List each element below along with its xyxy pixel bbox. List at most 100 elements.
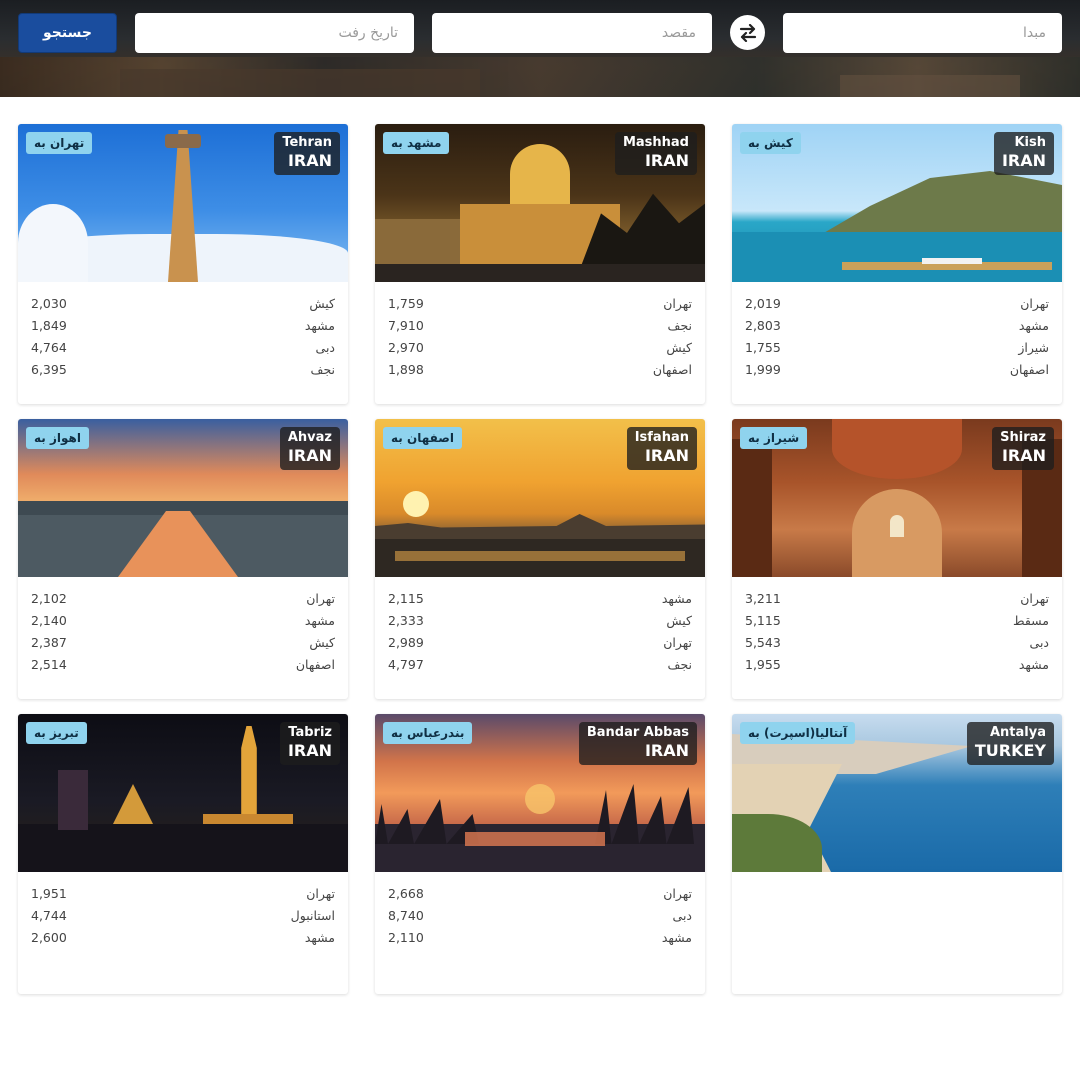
route-price: 2,019 [745,295,781,311]
route-row[interactable]: 7,910 نجف [375,314,705,336]
city-name-en: Tehran [282,135,332,150]
to-badge: اصفهان به [383,427,462,449]
route-price: 2,140 [31,612,67,628]
route-row[interactable]: 6,395 نجف [18,358,348,380]
city-name-en: Shiraz [1000,430,1046,445]
to-badge: تهران به [26,132,93,154]
route-row[interactable]: 2,970 کیش [375,336,705,358]
search-button[interactable]: جستجو [18,13,117,53]
route-row[interactable]: 2,140 مشهد [18,609,348,631]
route-price: 2,333 [388,612,424,628]
route-price: 2,600 [31,929,67,945]
route-list: 1,951 تهران 4,744 استانبول 2,600 مشهد [18,882,348,948]
route-row[interactable]: 2,668 تهران [375,882,705,904]
route-price: 2,989 [388,634,424,650]
route-row[interactable]: 4,797 نجف [375,653,705,675]
route-origin: دبی [672,907,692,923]
route-row[interactable]: 5,115 مسقط [732,609,1062,631]
swap-button[interactable] [730,15,765,50]
destination-card-kish[interactable]: کیش به Kish IRAN 2,019 تهران 2,803 مشهد 1,… [732,124,1062,404]
route-row[interactable]: 1,849 مشهد [18,314,348,336]
route-origin: کیش [666,339,692,355]
destination-card-shiraz[interactable]: شیراز به Shiraz IRAN 3,211 تهران 5,115 مسق… [732,419,1062,699]
route-row[interactable]: 2,115 مشهد [375,587,705,609]
route-row[interactable]: 2,600 مشهد [18,926,348,948]
city-label: Antalya TURKEY [966,722,1054,765]
country-name: IRAN [644,741,689,760]
route-origin: نجف [667,317,693,333]
mashhad-photo: مشهد به Mashhad IRAN [375,124,705,282]
route-price: 2,110 [388,929,424,945]
route-row[interactable]: 1,955 مشهد [732,653,1062,675]
destination-card-bandar-abbas[interactable]: بندرعباس به Bandar Abbas IRAN 2,668 تهران… [375,714,705,994]
route-price: 1,951 [31,885,67,901]
bandar-abbas-photo: بندرعباس به Bandar Abbas IRAN [375,714,705,872]
route-row[interactable]: 2,387 کیش [18,631,348,653]
tabriz-photo: تبریز به Tabriz IRAN [18,714,348,872]
route-row[interactable]: 4,744 استانبول [18,904,348,926]
country-name: IRAN [287,446,332,465]
origin-input[interactable]: مبدا [783,13,1062,53]
route-row[interactable]: 1,951 تهران [18,882,348,904]
route-price: 2,668 [388,885,424,901]
route-row[interactable]: 1,755 شیراز [732,336,1062,358]
header-background-image [0,57,1080,97]
route-price: 1,898 [388,361,424,377]
route-list: 2,019 تهران 2,803 مشهد 1,755 شیراز 1,999 اصف… [732,292,1062,380]
route-price: 1,759 [388,295,424,311]
to-badge: شیراز به [740,427,808,449]
route-price: 2,970 [388,339,424,355]
route-origin: کیش [666,612,692,628]
route-row[interactable]: 2,803 مشهد [732,314,1062,336]
to-badge: اهواز به [26,427,89,449]
route-row[interactable]: 2,030 کیش [18,292,348,314]
route-price: 3,211 [745,590,781,606]
route-row[interactable]: 4,764 دبی [18,336,348,358]
route-origin: کیش [309,295,335,311]
route-list: 2,030 کیش 1,849 مشهد 4,764 دبی 6,395 نجف [18,292,348,380]
city-label: Isfahan IRAN [626,427,697,470]
destination-card-tabriz[interactable]: تبریز به Tabriz IRAN 1,951 تهران 4,744 است… [18,714,348,994]
route-origin: مشهد [1018,656,1049,672]
destination-card-mashhad[interactable]: مشهد به Mashhad IRAN 1,759 تهران 7,910 نجف… [375,124,705,404]
route-row[interactable]: 2,514 اصفهان [18,653,348,675]
city-label: Ahvaz IRAN [279,427,340,470]
route-row[interactable]: 2,110 مشهد [375,926,705,948]
route-price: 2,803 [745,317,781,333]
route-row[interactable]: 1,759 تهران [375,292,705,314]
route-price: 5,115 [745,612,781,628]
ahvaz-photo: اهواز به Ahvaz IRAN [18,419,348,577]
departure-date-input[interactable]: تاریخ رفت [135,13,414,53]
city-label: Kish IRAN [993,132,1054,175]
route-row[interactable]: 2,333 کیش [375,609,705,631]
route-origin: مشهد [1018,317,1049,333]
route-origin: اصفهان [652,361,692,377]
route-origin: تهران [663,295,692,311]
route-row[interactable]: 5,543 دبی [732,631,1062,653]
route-origin: تهران [1020,590,1049,606]
route-row[interactable]: 2,102 تهران [18,587,348,609]
route-list: 1,759 تهران 7,910 نجف 2,970 کیش 1,898 اصفهان [375,292,705,380]
route-row[interactable]: 2,989 تهران [375,631,705,653]
route-list: 2,115 مشهد 2,333 کیش 2,989 تهران 4,797 نجف [375,587,705,675]
route-row[interactable]: 2,019 تهران [732,292,1062,314]
destination-card-antalya[interactable]: آنتالیا(اسپرت) به Antalya TURKEY [732,714,1062,994]
route-origin: مشهد [661,590,692,606]
route-row[interactable]: 8,740 دبی [375,904,705,926]
city-name-en: Mashhad [622,135,689,150]
route-price: 4,797 [388,656,424,672]
city-name-en: Bandar Abbas [586,725,689,740]
route-price: 6,395 [31,361,67,377]
route-row[interactable]: 1,999 اصفهان [732,358,1062,380]
country-name: IRAN [1001,151,1046,170]
destination-card-ahvaz[interactable]: اهواز به Ahvaz IRAN 2,102 تهران 2,140 مشهد… [18,419,348,699]
route-row[interactable]: 3,211 تهران [732,587,1062,609]
destination-card-isfahan[interactable]: اصفهان به Isfahan IRAN 2,115 مشهد 2,333 کی… [375,419,705,699]
route-list: 3,211 تهران 5,115 مسقط 5,543 دبی 1,955 مشهد [732,587,1062,675]
destination-card-tehran[interactable]: تهران به Tehran IRAN 2,030 کیش 1,849 مشهد … [18,124,348,404]
route-origin: تهران [663,885,692,901]
city-name-en: Antalya [989,725,1046,740]
city-name-en: Kish [1014,135,1046,150]
route-row[interactable]: 1,898 اصفهان [375,358,705,380]
destination-input[interactable]: مقصد [432,13,712,53]
